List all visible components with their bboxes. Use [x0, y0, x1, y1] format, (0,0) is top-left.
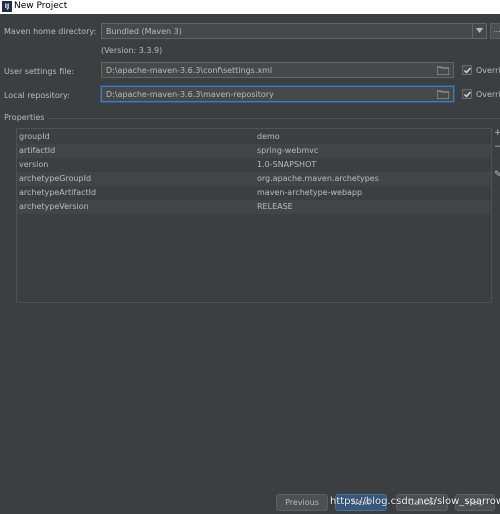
title-bar: IJ New Project	[0, 0, 500, 14]
properties-separator	[48, 118, 500, 119]
previous-button[interactable]: Previous	[276, 494, 328, 511]
property-key: groupId	[19, 132, 50, 141]
property-key: archetypeGroupId	[19, 174, 92, 183]
properties-section-label: Properties	[4, 113, 45, 122]
edit-property-button[interactable]: ✎	[494, 170, 500, 182]
property-value: maven-archetype-webapp	[257, 188, 363, 197]
user-settings-override-label: Override	[476, 66, 500, 75]
user-settings-override-checkbox[interactable]	[462, 65, 472, 75]
property-key: artifactId	[19, 146, 56, 155]
property-value: 1.0-SNAPSHOT	[257, 160, 317, 169]
user-settings-field[interactable]: D:\apache-maven-3.6.3\conf\settings.xml	[101, 62, 454, 78]
chevron-down-icon[interactable]	[472, 24, 486, 38]
local-repo-label: Local repository:	[4, 91, 70, 100]
add-property-button[interactable]: +	[494, 128, 500, 140]
property-value: RELEASE	[257, 202, 293, 211]
user-settings-value: D:\apache-maven-3.6.3\conf\settings.xml	[106, 66, 273, 75]
folder-icon[interactable]	[436, 66, 450, 76]
property-key: archetypeArtifactId	[19, 188, 97, 197]
property-key: version	[19, 160, 49, 169]
maven-version-note: (Version: 3.3.9)	[101, 46, 163, 55]
property-value: spring-webmvc	[257, 146, 319, 155]
folder-icon[interactable]	[436, 90, 450, 100]
property-value: org.apache.maven.archetypes	[257, 174, 379, 183]
property-key: archetypeVersion	[19, 202, 89, 211]
local-repo-override-label: Override	[476, 90, 500, 99]
table-row[interactable]: archetypeArtifactId maven-archetype-weba…	[17, 186, 491, 200]
user-settings-label: User settings file:	[4, 67, 75, 76]
table-row[interactable]: version 1.0-SNAPSHOT	[17, 158, 491, 172]
maven-home-browse-button[interactable]: ...	[490, 23, 500, 39]
local-repo-field[interactable]: D:\apache-maven-3.6.3\maven-repository	[101, 86, 454, 102]
table-row[interactable]: artifactId spring-webmvc	[17, 144, 491, 158]
intellij-logo-icon: IJ	[2, 1, 12, 12]
remove-property-button[interactable]: −	[494, 142, 500, 154]
maven-home-value: Bundled (Maven 3)	[106, 27, 182, 36]
local-repo-override-checkbox[interactable]	[462, 89, 472, 99]
watermark-text: https://blog.csdn.net/slow_sparrow	[330, 496, 500, 507]
property-value: demo	[257, 132, 280, 141]
maven-home-combo[interactable]: Bundled (Maven 3)	[101, 23, 487, 39]
table-row[interactable]: archetypeGroupId org.apache.maven.archet…	[17, 172, 491, 186]
properties-table[interactable]: groupId demo artifactId spring-webmvc ve…	[16, 128, 492, 303]
table-row[interactable]: archetypeVersion RELEASE	[17, 200, 491, 214]
table-row[interactable]: groupId demo	[17, 130, 491, 144]
window-title: New Project	[14, 1, 68, 11]
local-repo-value: D:\apache-maven-3.6.3\maven-repository	[106, 90, 274, 99]
maven-home-label: Maven home directory:	[4, 27, 97, 36]
